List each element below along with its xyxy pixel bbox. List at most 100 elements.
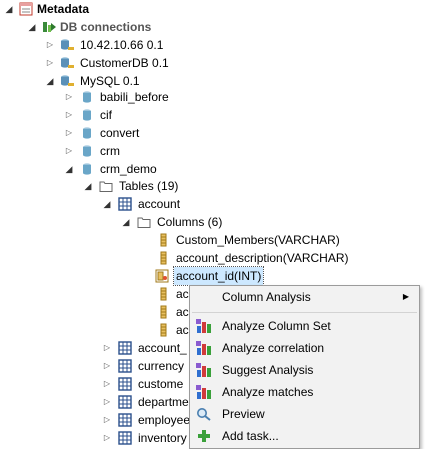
metadata-icon	[19, 2, 33, 16]
expand-icon[interactable]: ▷	[45, 36, 55, 54]
menu-item-label: Add task...	[222, 429, 279, 443]
tree-node-connection[interactable]: ▷ CustomerDB 0.1	[0, 54, 220, 72]
db-connections-icon	[43, 22, 56, 32]
expand-icon[interactable]: ▷	[64, 142, 74, 160]
menu-item-analyze-matches[interactable]: Analyze matches	[190, 381, 419, 403]
menu-item-label: Analyze Column Set	[222, 319, 331, 333]
tree-label: employee	[138, 413, 191, 427]
tree-node-table[interactable]: ▷ departme	[0, 393, 189, 411]
collapse-icon[interactable]: ◢	[64, 160, 74, 178]
table-icon	[118, 359, 132, 373]
tree-node-table[interactable]: ▷ employee	[0, 411, 191, 429]
connection-icon	[61, 39, 74, 50]
tree-node-column[interactable]: ac	[0, 285, 189, 303]
expand-icon[interactable]: ▷	[102, 339, 112, 357]
column-icon	[160, 287, 167, 301]
tree-node-column[interactable]: ac	[0, 303, 189, 321]
tree-label: 10.42.10.66 0.1	[80, 38, 164, 52]
analysis-chart-icon	[196, 363, 211, 377]
tree-label: crm	[100, 144, 120, 158]
expand-icon[interactable]: ▷	[102, 411, 112, 429]
menu-item-label: Analyze correlation	[222, 341, 325, 355]
context-menu: Column Analysis ▶ Analyze Column Set Ana…	[189, 285, 420, 449]
expand-icon[interactable]: ▷	[64, 106, 74, 124]
tree-node-metadata[interactable]: ◢ Metadata	[0, 0, 200, 18]
tree-label: account_id(INT)	[172, 266, 265, 286]
tree-node-database[interactable]: ▷ convert	[0, 124, 220, 142]
column-icon	[160, 251, 167, 265]
tree-node-db-connections[interactable]: ◢ DB connections	[0, 18, 220, 36]
collapse-icon[interactable]: ◢	[121, 213, 131, 231]
database-icon	[83, 91, 91, 103]
analysis-chart-icon	[196, 319, 211, 333]
database-icon	[83, 127, 91, 139]
folder-icon	[99, 181, 113, 192]
tree-node-column[interactable]: account_description(VARCHAR)	[0, 249, 360, 267]
expand-icon[interactable]: ▷	[45, 54, 55, 72]
collapse-icon[interactable]: ◢	[102, 195, 112, 213]
tree-label: crm_demo	[100, 162, 157, 176]
menu-item-suggest-analysis[interactable]: Suggest Analysis	[190, 359, 419, 381]
expand-icon[interactable]: ▷	[102, 429, 112, 447]
tree-node-table[interactable]: ▷ inventory	[0, 429, 189, 447]
expand-icon[interactable]: ▷	[102, 393, 112, 411]
analysis-chart-icon	[196, 385, 211, 399]
tree-node-table[interactable]: ▷ account_	[0, 339, 189, 357]
tree-node-column[interactable]: Custom_Members(VARCHAR)	[0, 231, 360, 249]
menu-item-label: Analyze matches	[222, 385, 314, 399]
tree-node-table[interactable]: ▷ custome	[0, 375, 189, 393]
collapse-icon[interactable]: ◢	[27, 18, 37, 36]
tree-label: babili_before	[100, 90, 169, 104]
tree-label: Custom_Members(VARCHAR)	[176, 233, 340, 247]
tree-node-table[interactable]: ▷ currency	[0, 357, 189, 375]
magnifier-icon	[197, 408, 211, 421]
menu-item-label: Preview	[222, 407, 265, 421]
tree-label: ac	[176, 287, 189, 301]
menu-item-preview[interactable]: Preview	[190, 403, 419, 425]
tree-node-column-selected[interactable]: account_id(INT)	[0, 266, 360, 286]
column-icon	[160, 233, 167, 247]
database-icon	[83, 163, 91, 175]
tree-node-connection[interactable]: ▷ 10.42.10.66 0.1	[0, 36, 220, 54]
menu-item-label: Column Analysis	[222, 290, 311, 304]
menu-item-analyze-correlation[interactable]: Analyze correlation	[190, 337, 419, 359]
menu-item-add-task[interactable]: Add task...	[190, 425, 419, 447]
column-icon	[160, 305, 167, 319]
table-icon	[118, 431, 132, 445]
expand-icon[interactable]: ▷	[102, 357, 112, 375]
tree-node-columns-folder[interactable]: ◢ Columns (6)	[0, 213, 223, 231]
expand-icon[interactable]: ▷	[64, 88, 74, 106]
tree-node-database[interactable]: ▷ crm	[0, 142, 220, 160]
tree-label: currency	[138, 359, 185, 373]
tree-node-tables-folder[interactable]: ◢ Tables (19)	[0, 177, 220, 195]
collapse-icon[interactable]: ◢	[4, 0, 14, 18]
database-icon	[83, 109, 91, 121]
tree-node-database[interactable]: ▷ cif	[0, 106, 220, 124]
tree-label: ac	[176, 305, 189, 319]
tree-label: account_description(VARCHAR)	[176, 251, 349, 265]
analysis-chart-icon	[196, 341, 211, 355]
tree-label: Tables (19)	[119, 179, 179, 193]
tree-label: Metadata	[37, 2, 90, 16]
plus-icon	[198, 430, 210, 442]
expand-icon[interactable]: ▷	[102, 375, 112, 393]
folder-icon	[137, 217, 151, 228]
tree-node-column[interactable]: ac	[0, 321, 189, 339]
menu-item-label: Suggest Analysis	[222, 363, 314, 377]
table-icon	[118, 341, 132, 355]
tree-node-database[interactable]: ▷ babili_before	[0, 88, 220, 106]
menu-item-analyze-column-set[interactable]: Analyze Column Set	[190, 315, 419, 337]
tree-label: ac	[176, 323, 189, 337]
expand-icon[interactable]: ▷	[64, 124, 74, 142]
tree-node-table[interactable]: ◢ account	[0, 195, 220, 213]
table-icon	[118, 197, 132, 211]
tree-label: departme	[138, 395, 189, 409]
table-icon	[118, 377, 132, 391]
menu-separator	[192, 312, 417, 313]
tree-label: custome	[138, 377, 184, 391]
table-icon	[118, 413, 132, 427]
tree-node-database[interactable]: ◢ crm_demo	[0, 160, 220, 178]
collapse-icon[interactable]: ◢	[83, 177, 93, 195]
table-icon	[118, 395, 132, 409]
menu-item-column-analysis[interactable]: Column Analysis ▶	[190, 286, 419, 308]
